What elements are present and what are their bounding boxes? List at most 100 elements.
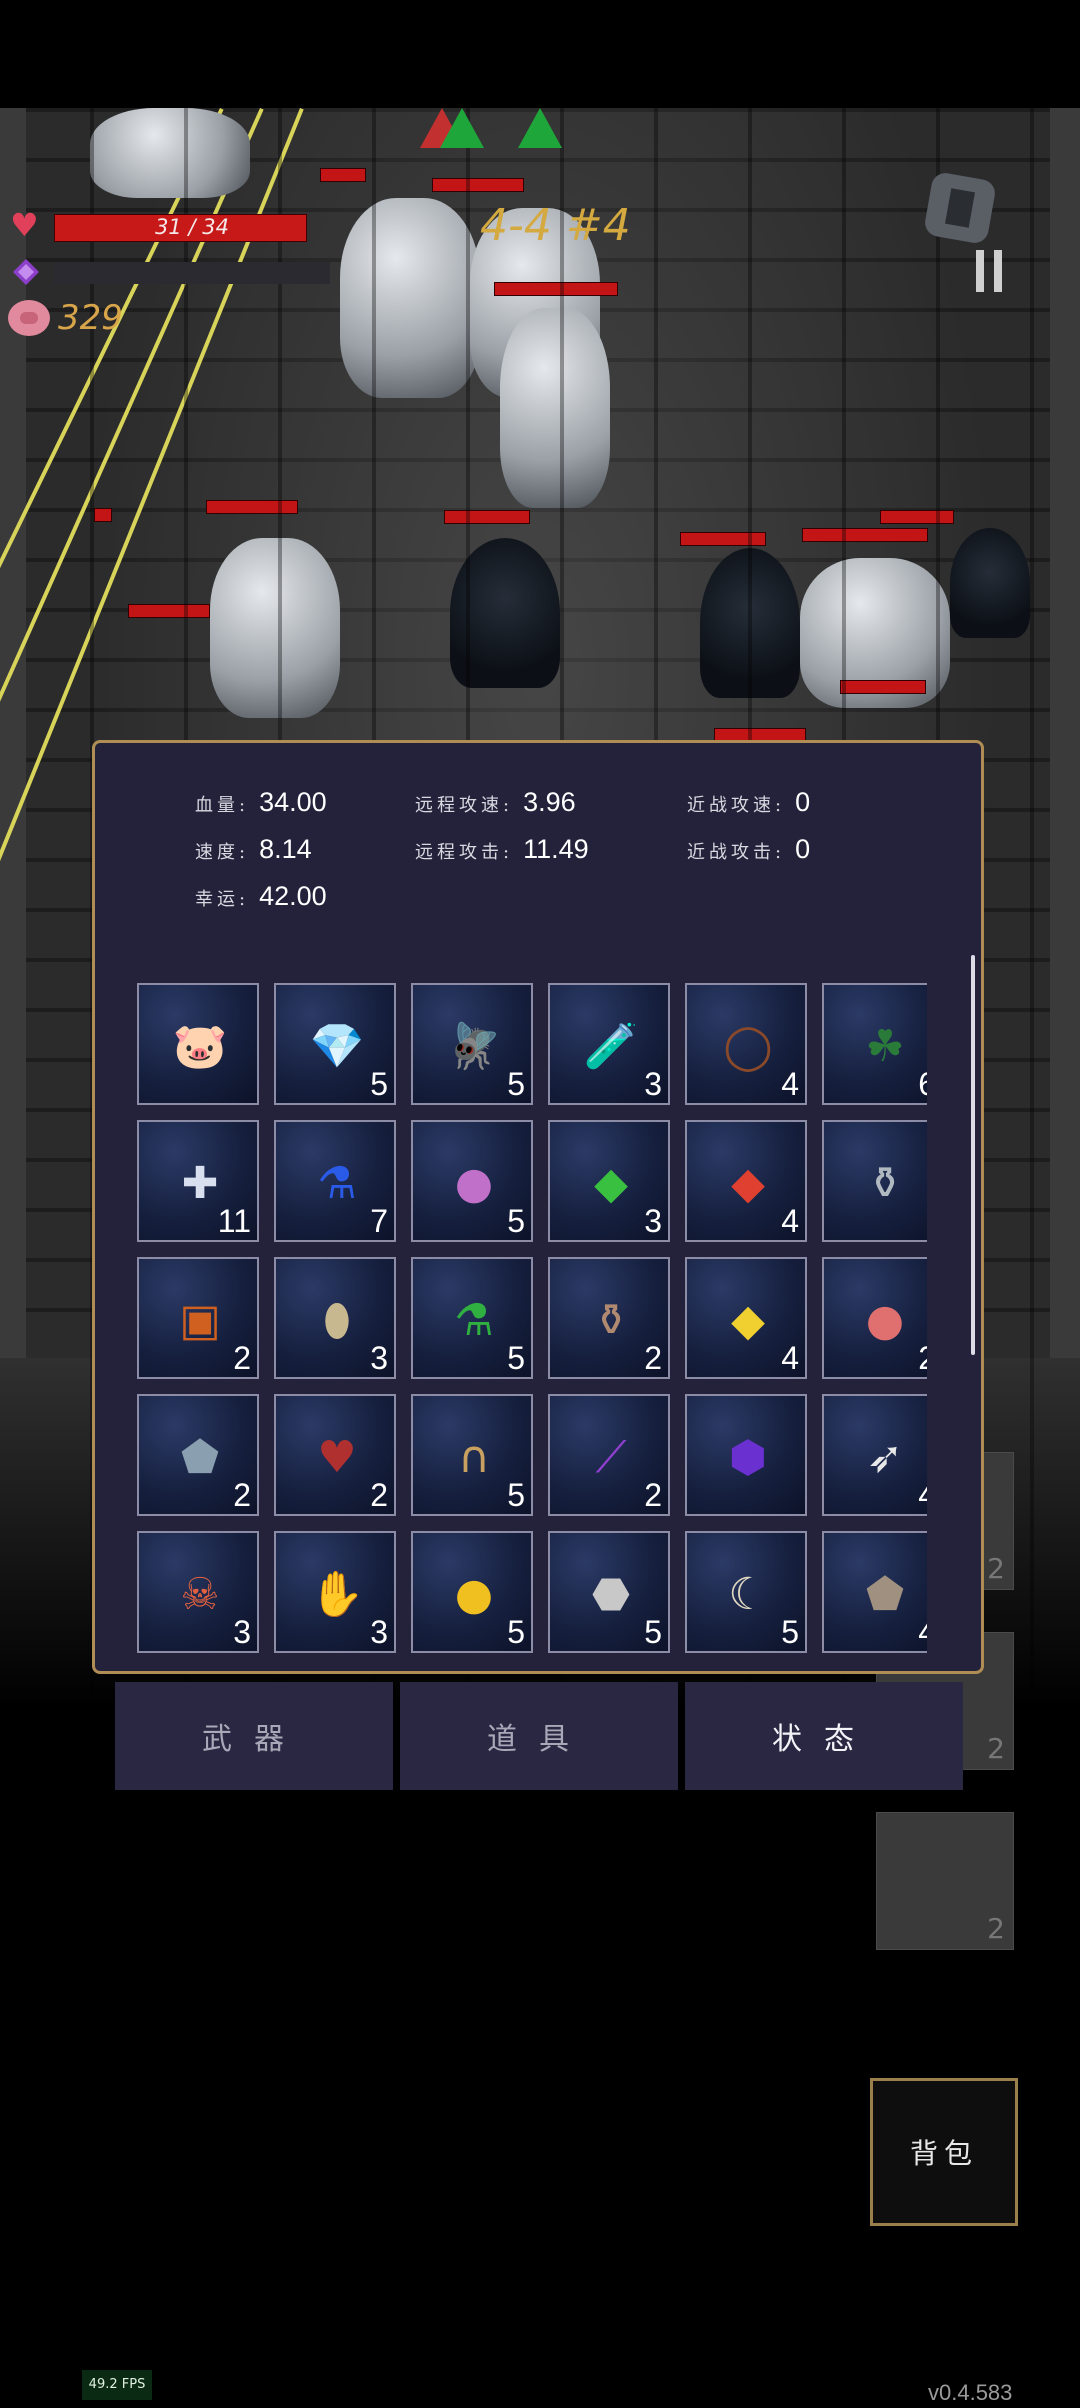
heart-icon: ♥ <box>10 206 39 244</box>
item-count: 4 <box>781 1066 799 1102</box>
inventory-slot[interactable]: 🧪 3 <box>548 983 670 1105</box>
item-count: 2 <box>918 1340 927 1377</box>
inventory-slot[interactable]: ⬢ <box>685 1394 807 1516</box>
inventory-slot[interactable]: ● 5 <box>411 1531 533 1653</box>
item-count: 3 <box>370 1340 388 1376</box>
inventory-slot[interactable]: ◆ 3 <box>548 1120 670 1242</box>
inventory-slot[interactable]: ●2 <box>822 1257 927 1379</box>
hp-text: 31 / 34 <box>155 215 229 239</box>
inventory-slot[interactable]: 💎 5 <box>274 983 396 1105</box>
rocks-icon: ⬟ <box>865 1568 905 1620</box>
item-count: 4 <box>918 1614 927 1651</box>
inventory-slot[interactable]: ▣ 2 <box>137 1257 259 1379</box>
armored-knight-enemy <box>90 108 250 198</box>
inventory-slot[interactable]: 🐷 <box>137 983 259 1105</box>
side-potion-slot[interactable]: 2 <box>876 1812 1014 1950</box>
item-count: 3 <box>644 1066 662 1102</box>
right-wall <box>1050 108 1080 1358</box>
inventory-slot[interactable]: ♥ 2 <box>274 1394 396 1516</box>
fps-counter: 49.2 FPS <box>82 2370 152 2400</box>
item-count: 11 <box>217 1203 251 1239</box>
item-count: 5 <box>781 1614 799 1650</box>
item-count: 2 <box>233 1340 251 1376</box>
item-count: 4 <box>781 1340 799 1376</box>
inventory-slot[interactable]: ∩ 5 <box>411 1394 533 1516</box>
left-wall <box>0 108 26 1358</box>
stat-hp: 血量: 34.00 <box>195 787 327 817</box>
green-indicator-icon <box>440 108 484 148</box>
item-count: 5 <box>507 1614 525 1650</box>
inventory-slot[interactable]: ◆ 4 <box>685 1257 807 1379</box>
inventory-slot[interactable]: ⬮ 3 <box>274 1257 396 1379</box>
hooded-enemy <box>950 528 1030 638</box>
hooded-enemy <box>700 548 800 698</box>
item-count: 5 <box>644 1614 662 1650</box>
item-count: 3 <box>644 1203 662 1239</box>
inventory-slot[interactable]: ⬟ 2 <box>137 1394 259 1516</box>
armored-knight-enemy <box>800 558 950 708</box>
inventory-slot[interactable]: ☘6 <box>822 983 927 1105</box>
small-flask-icon: ⚱ <box>866 1157 904 1209</box>
item-count: 5 <box>507 1340 525 1376</box>
inventory-slot[interactable]: ☾ 5 <box>685 1531 807 1653</box>
item-count: 2 <box>233 1477 251 1513</box>
stat-melee-attack-speed: 近战攻速: 0 <box>687 787 811 817</box>
stat-luck: 幸运: 42.00 <box>195 881 327 911</box>
stage-label: 4-4 #4 <box>480 200 631 251</box>
stat-ranged-attack: 远程攻击: 11.49 <box>415 834 589 864</box>
inventory-slot[interactable]: ⚱ 2 <box>548 1257 670 1379</box>
inventory-slot[interactable]: ⬟4 <box>822 1531 927 1653</box>
inventory-slot[interactable]: ⚗ 5 <box>411 1257 533 1379</box>
item-count: 5 <box>370 1066 388 1102</box>
armored-knight-enemy <box>340 198 480 398</box>
item-count: 3 <box>370 1614 388 1650</box>
stat-ranged-attack-speed: 远程攻速: 3.96 <box>415 787 576 817</box>
tab-status[interactable]: 状态 <box>685 1682 963 1790</box>
inventory-slot[interactable]: ⚱ <box>822 1120 927 1242</box>
inventory-slot[interactable]: ⚗ 7 <box>274 1120 396 1242</box>
green-indicator-icon <box>518 108 562 148</box>
tab-items[interactable]: 道具 <box>400 1682 678 1790</box>
four-leaf-clover-icon: ☘ <box>865 1020 905 1072</box>
tab-weapons[interactable]: 武器 <box>115 1682 393 1790</box>
stat-melee-attack: 近战攻击: 0 <box>687 834 811 864</box>
pause-button[interactable] <box>968 250 1012 306</box>
hooded-enemy <box>450 538 560 688</box>
bag-button[interactable]: 背包 <box>870 2078 1018 2226</box>
inventory-slot[interactable]: ➶4 <box>822 1394 927 1516</box>
purple-gem-icon: ⬢ <box>728 1431 768 1483</box>
inventory-slot[interactable]: ⟋ 2 <box>548 1394 670 1516</box>
inventory-slot[interactable]: ⬣ 5 <box>548 1531 670 1653</box>
inventory-slot[interactable]: ◆ 4 <box>685 1120 807 1242</box>
apple-icon: ● <box>865 1294 905 1346</box>
inventory-slot[interactable]: ☠ 3 <box>137 1531 259 1653</box>
shield-icon <box>922 170 998 246</box>
pig-coin-icon <box>8 300 50 336</box>
version-label: v0.4.583 <box>928 2380 1013 2405</box>
piggy-bank-icon: 🐷 <box>172 1021 228 1072</box>
item-count: 6 <box>918 1066 927 1103</box>
item-count: 5 <box>507 1477 525 1513</box>
inventory-slot[interactable]: ✚ 11 <box>137 1120 259 1242</box>
item-count: 4 <box>918 1477 927 1514</box>
feather-icon: ➶ <box>866 1431 904 1483</box>
armored-knight-enemy <box>500 308 610 508</box>
stat-speed: 速度: 8.14 <box>195 834 312 864</box>
item-grid-scrollbar[interactable] <box>971 955 975 1355</box>
item-grid: 🐷💎5🪰5🧪3◯4☘6✚11⚗7●5◆3◆4⚱▣2⬮3⚗5⚱2◆4●2⬟2♥2∩… <box>137 983 927 1655</box>
mana-bar <box>54 262 330 284</box>
pause-icon <box>976 250 984 292</box>
coin-count: 329 <box>58 298 123 338</box>
item-count: 7 <box>370 1203 388 1239</box>
inventory-slot[interactable]: ◯ 4 <box>685 983 807 1105</box>
item-count: 4 <box>781 1203 799 1239</box>
inventory-slot[interactable]: 🪰 5 <box>411 983 533 1105</box>
item-count: 2 <box>644 1477 662 1513</box>
inventory-slot[interactable]: ✋ 3 <box>274 1531 396 1653</box>
armored-knight-enemy <box>210 538 340 718</box>
inventory-slot[interactable]: ● 5 <box>411 1120 533 1242</box>
item-count: 5 <box>507 1066 525 1102</box>
status-panel: 血量: 34.00 速度: 8.14 幸运: 42.00 远程攻速: 3.96 … <box>92 740 984 1674</box>
item-count: 2 <box>370 1477 388 1513</box>
item-count: 5 <box>507 1203 525 1239</box>
